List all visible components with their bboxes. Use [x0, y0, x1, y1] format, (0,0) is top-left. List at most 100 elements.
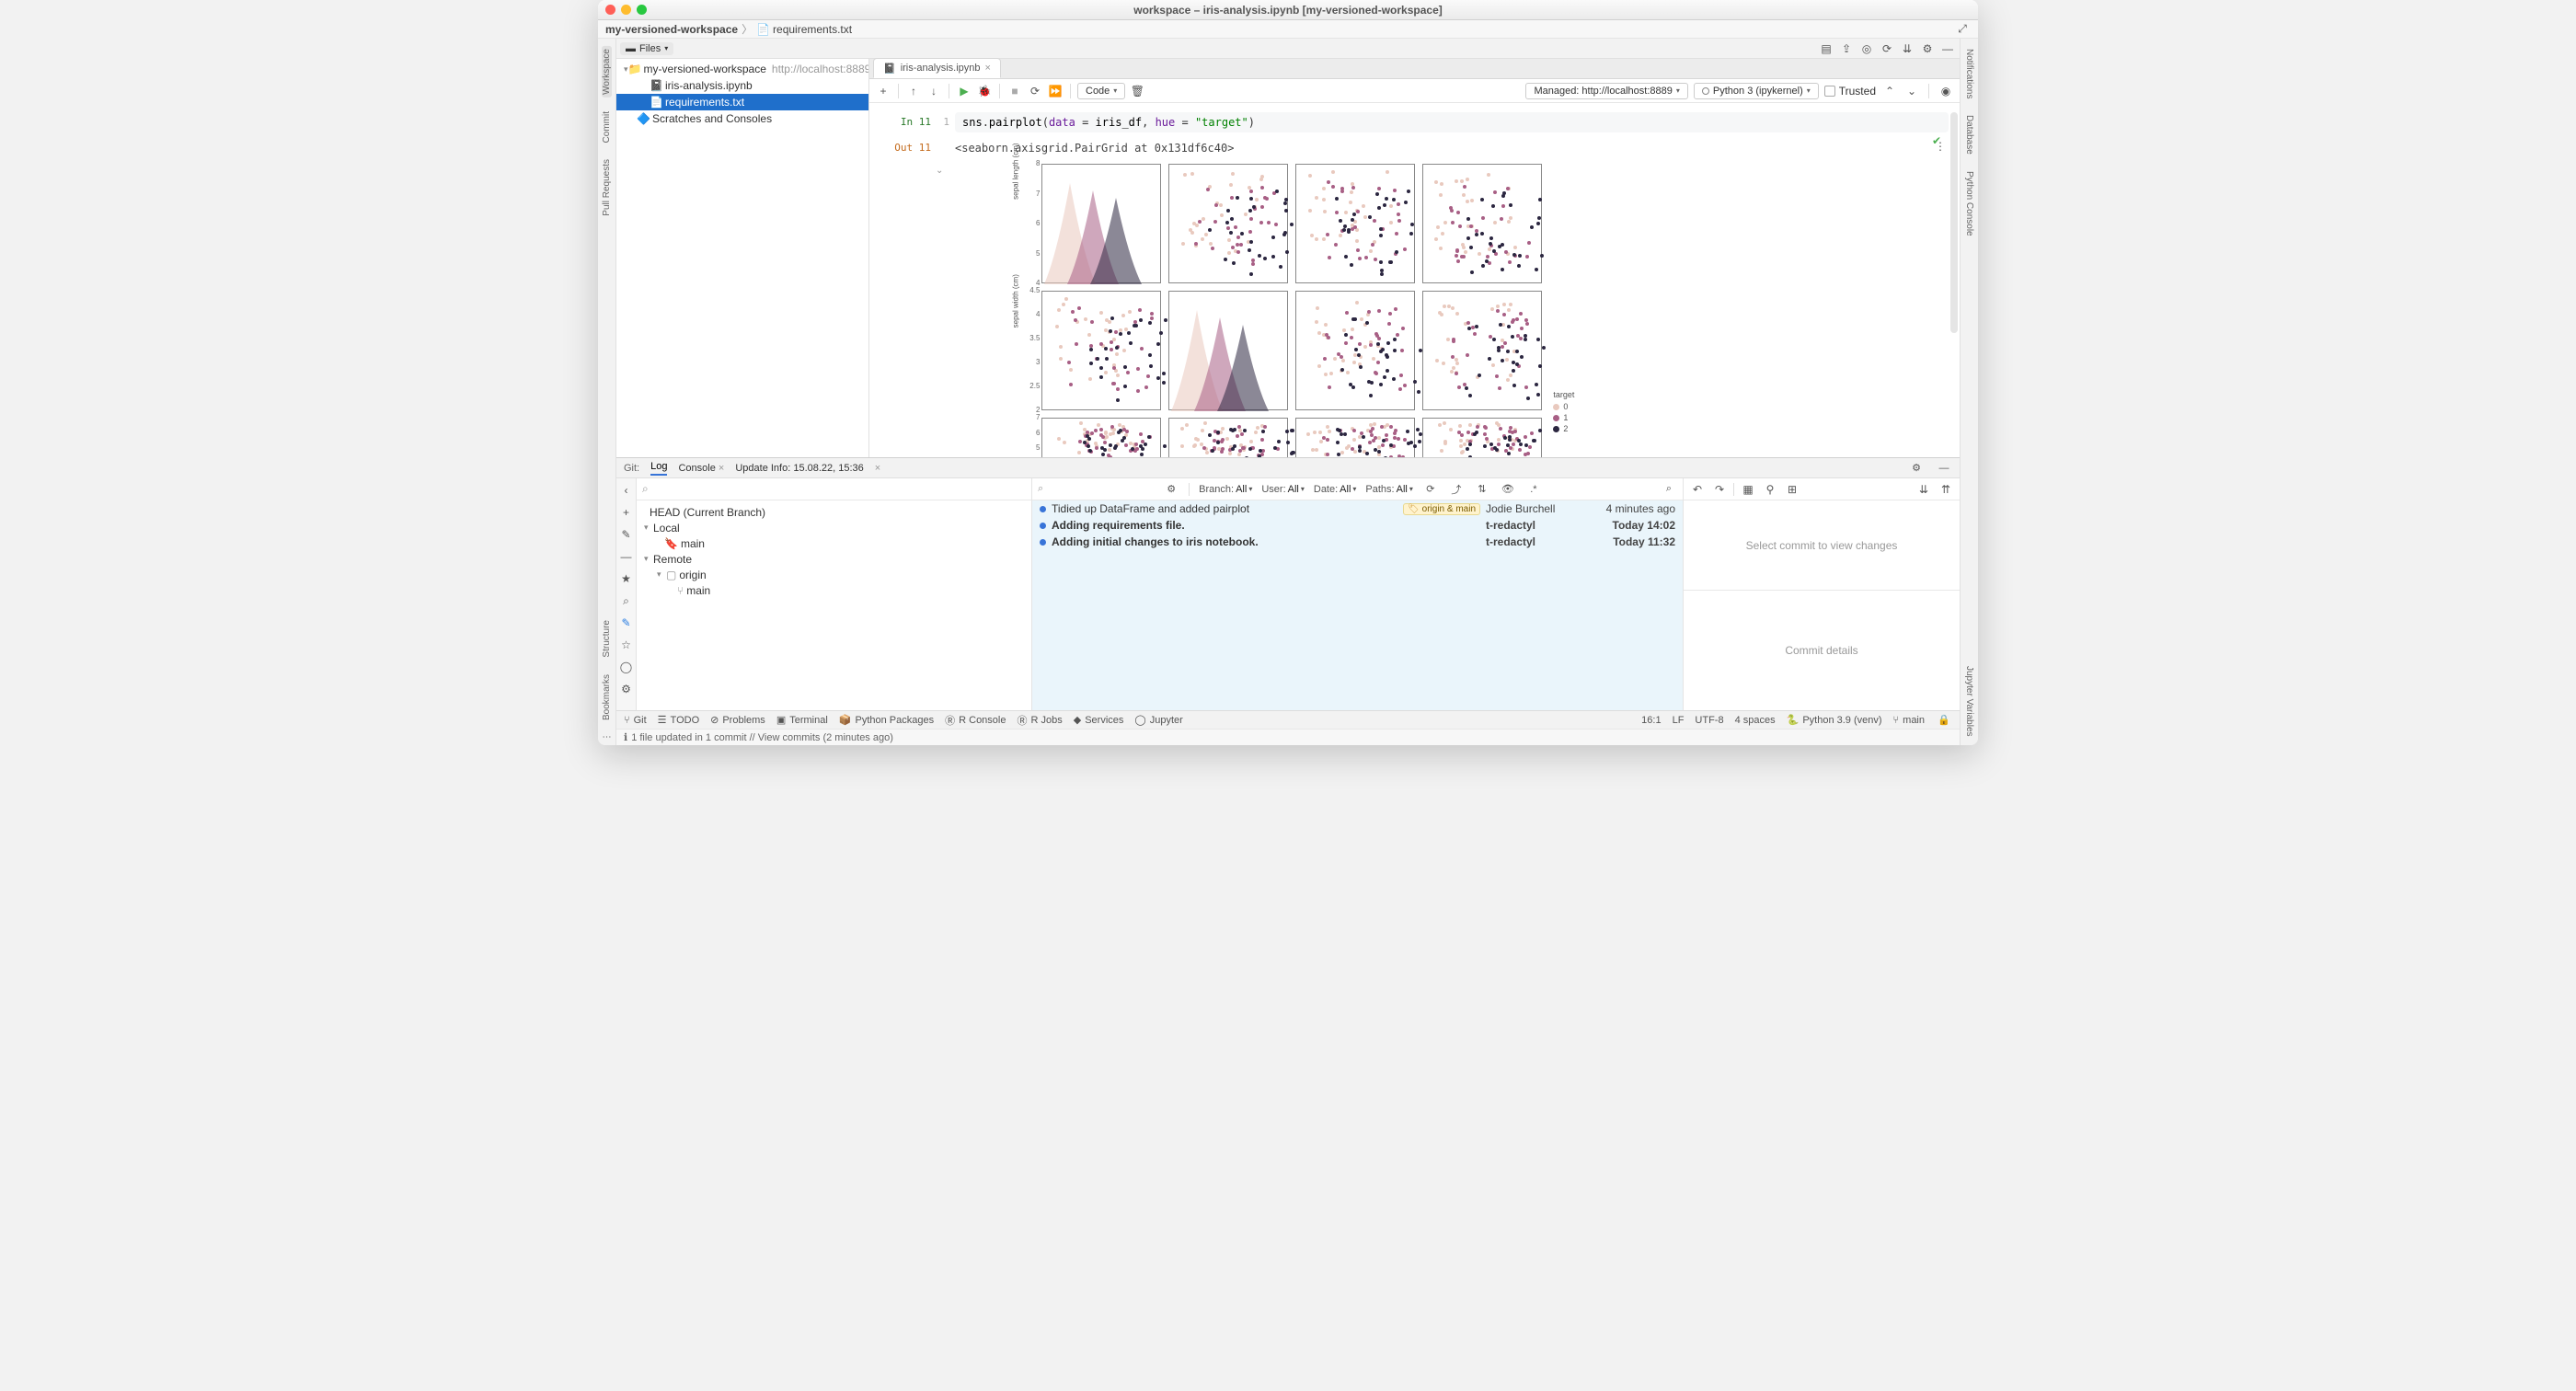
eye-icon[interactable]: 👁	[1500, 481, 1516, 498]
sb-git[interactable]: ⑂Git	[624, 715, 647, 726]
commit-row[interactable]: Adding requirements file.t-redactylToday…	[1032, 517, 1683, 534]
close-window[interactable]	[605, 5, 615, 15]
interpreter[interactable]: 🐍Python 3.9 (venv)	[1787, 714, 1882, 726]
filter-icon[interactable]: ⚲	[1762, 481, 1778, 498]
remote-origin[interactable]: ▾ ▢ origin	[637, 567, 1031, 582]
chevron-down-icon[interactable]: ▾	[644, 554, 653, 564]
restart-button[interactable]: ⟳	[1027, 83, 1043, 99]
tree-root[interactable]: ▾ 📁 my-versioned-workspace http://localh…	[616, 61, 868, 77]
browser-icon[interactable]: ◉	[1938, 83, 1954, 99]
sb-services[interactable]: ◆Services	[1074, 714, 1124, 726]
search-icon[interactable]: ⌕	[618, 592, 635, 609]
hide-icon[interactable]: —	[1939, 40, 1956, 57]
sb-problems[interactable]: ⊘Problems	[710, 714, 765, 726]
move-down-button[interactable]: ↓	[926, 83, 942, 99]
sb-python-packages[interactable]: 📦Python Packages	[839, 714, 934, 726]
delete-cell-button[interactable]: 🗑	[1129, 83, 1145, 99]
search-icon[interactable]: ⌕	[1661, 481, 1677, 498]
group-icon[interactable]: ▦	[1740, 481, 1756, 498]
gutter-database[interactable]: Database	[1964, 112, 1974, 157]
zoom-window[interactable]	[637, 5, 647, 15]
circle-icon[interactable]: ◯	[618, 659, 635, 675]
hide-icon[interactable]: —	[1936, 460, 1952, 477]
date-filter[interactable]: Date: All▾	[1314, 484, 1357, 495]
redo-icon[interactable]: ↷	[1711, 481, 1728, 498]
line-ending[interactable]: LF	[1673, 715, 1685, 726]
add-icon[interactable]: +	[618, 504, 635, 521]
collapse-output-icon[interactable]: ⌄	[936, 166, 943, 457]
edit-icon[interactable]: ✎	[618, 526, 635, 543]
notebook-content[interactable]: ✔ In 11 1 sns.pairplot(data = iris_df, h…	[869, 103, 1960, 457]
gutter-pull-requests[interactable]: Pull Requests	[602, 156, 612, 219]
head-label[interactable]: HEAD (Current Branch)	[637, 504, 1031, 520]
status-message[interactable]: 1 file updated in 1 commit // View commi…	[631, 732, 893, 743]
star2-icon[interactable]: ☆	[618, 637, 635, 653]
sb-r-jobs[interactable]: ⓇR Jobs	[1017, 713, 1062, 728]
managed-server-select[interactable]: Managed: http://localhost:8889 ▾	[1525, 83, 1687, 99]
gear-icon[interactable]: ⚙	[618, 681, 635, 697]
more-icon[interactable]: ⋯	[599, 729, 615, 745]
tree-item[interactable]: 📄requirements.txt	[616, 94, 868, 110]
expand-icon[interactable]: ⤢	[1954, 21, 1971, 38]
refresh-icon[interactable]: ⟳	[1879, 40, 1895, 57]
trusted-toggle[interactable]: Trusted	[1824, 85, 1876, 98]
local-branch-main[interactable]: 🔖 main	[637, 535, 1031, 551]
files-tab[interactable]: ▬ Files ▾	[620, 42, 673, 55]
star-icon[interactable]: ★	[618, 570, 635, 587]
run-all-button[interactable]: ⏩	[1047, 83, 1064, 99]
gutter-workspace[interactable]: Workspace	[602, 46, 612, 98]
paths-filter[interactable]: Paths: All▾	[1365, 484, 1412, 495]
run-cell-button[interactable]: ▶	[956, 83, 972, 99]
chevron-down-icon[interactable]: ▾	[657, 569, 666, 580]
tree-item[interactable]: 🔷Scratches and Consoles	[616, 110, 868, 127]
sort-icon[interactable]: ⇅	[1474, 481, 1490, 498]
chevron-down-icon[interactable]: ▾	[644, 523, 653, 533]
locate-icon[interactable]: ◎	[1858, 40, 1875, 57]
gutter-notifications[interactable]: Notifications	[1964, 46, 1974, 101]
branch-search-input[interactable]	[652, 483, 1026, 496]
add-cell-button[interactable]: +	[875, 83, 891, 99]
close-icon[interactable]: ×	[875, 463, 880, 474]
expand-icon[interactable]: ⊞	[1784, 481, 1800, 498]
update-info[interactable]: Update Info: 15.08.22, 15:36	[735, 463, 863, 474]
gutter-commit[interactable]: Commit	[602, 109, 612, 145]
cell-type-select[interactable]: Code ▾	[1077, 83, 1125, 99]
sb-r-console[interactable]: ⓇR Console	[945, 713, 1006, 728]
branch-search[interactable]: ⌕	[637, 478, 1031, 500]
collapse-icon[interactable]: ⇊	[1915, 481, 1932, 498]
sb-terminal[interactable]: ▣Terminal	[776, 714, 828, 726]
lock-icon[interactable]: 🔒	[1936, 712, 1952, 729]
code-cell[interactable]: sns.pairplot(data = iris_df, hue = "targ…	[955, 112, 1949, 132]
blame-icon[interactable]: ✎	[618, 615, 635, 631]
breadcrumb-root[interactable]: my-versioned-workspace	[605, 23, 738, 36]
sb-todo[interactable]: ☰TODO	[658, 714, 699, 726]
gutter-jupyter-vars[interactable]: Jupyter Variables	[1964, 663, 1974, 740]
git-branch[interactable]: ⑂main	[1893, 715, 1925, 726]
user-filter[interactable]: User: All▾	[1261, 484, 1305, 495]
close-icon[interactable]: ×	[985, 63, 991, 74]
gutter-python-console[interactable]: Python Console	[1964, 168, 1974, 239]
debug-cell-button[interactable]: 🐞	[976, 83, 993, 99]
commit-row[interactable]: Tidied up DataFrame and added pairplot🏷o…	[1032, 500, 1683, 517]
indent[interactable]: 4 spaces	[1735, 715, 1776, 726]
next-cell-button[interactable]: ⌄	[1903, 83, 1920, 99]
cursor-pos[interactable]: 16:1	[1641, 715, 1661, 726]
gear-icon[interactable]: ⚙	[1919, 40, 1936, 57]
gutter-bookmarks[interactable]: Bookmarks	[602, 672, 612, 723]
cherry-pick-icon[interactable]: ⤴	[1448, 481, 1465, 498]
prev-cell-button[interactable]: ⌃	[1881, 83, 1898, 99]
encoding[interactable]: UTF-8	[1695, 715, 1723, 726]
sb-jupyter[interactable]: ◯Jupyter	[1134, 714, 1182, 726]
collapse-icon[interactable]: ⇊	[1899, 40, 1915, 57]
commit-row[interactable]: Adding initial changes to iris notebook.…	[1032, 534, 1683, 550]
back-icon[interactable]: ‹	[618, 482, 635, 499]
local-group[interactable]: ▾ Local	[637, 520, 1031, 535]
upload-icon[interactable]: ⇪	[1838, 40, 1855, 57]
branch-filter[interactable]: Branch: All▾	[1199, 484, 1252, 495]
kernel-select[interactable]: Python 3 (ipykernel) ▾	[1694, 83, 1819, 99]
git-log-tab[interactable]: Log	[650, 461, 667, 476]
regex-icon[interactable]: .*	[1525, 481, 1542, 498]
breadcrumb-file[interactable]: requirements.txt	[773, 23, 852, 36]
gear-icon[interactable]: ⚙	[1163, 481, 1179, 498]
scrollbar[interactable]	[1950, 112, 1958, 333]
